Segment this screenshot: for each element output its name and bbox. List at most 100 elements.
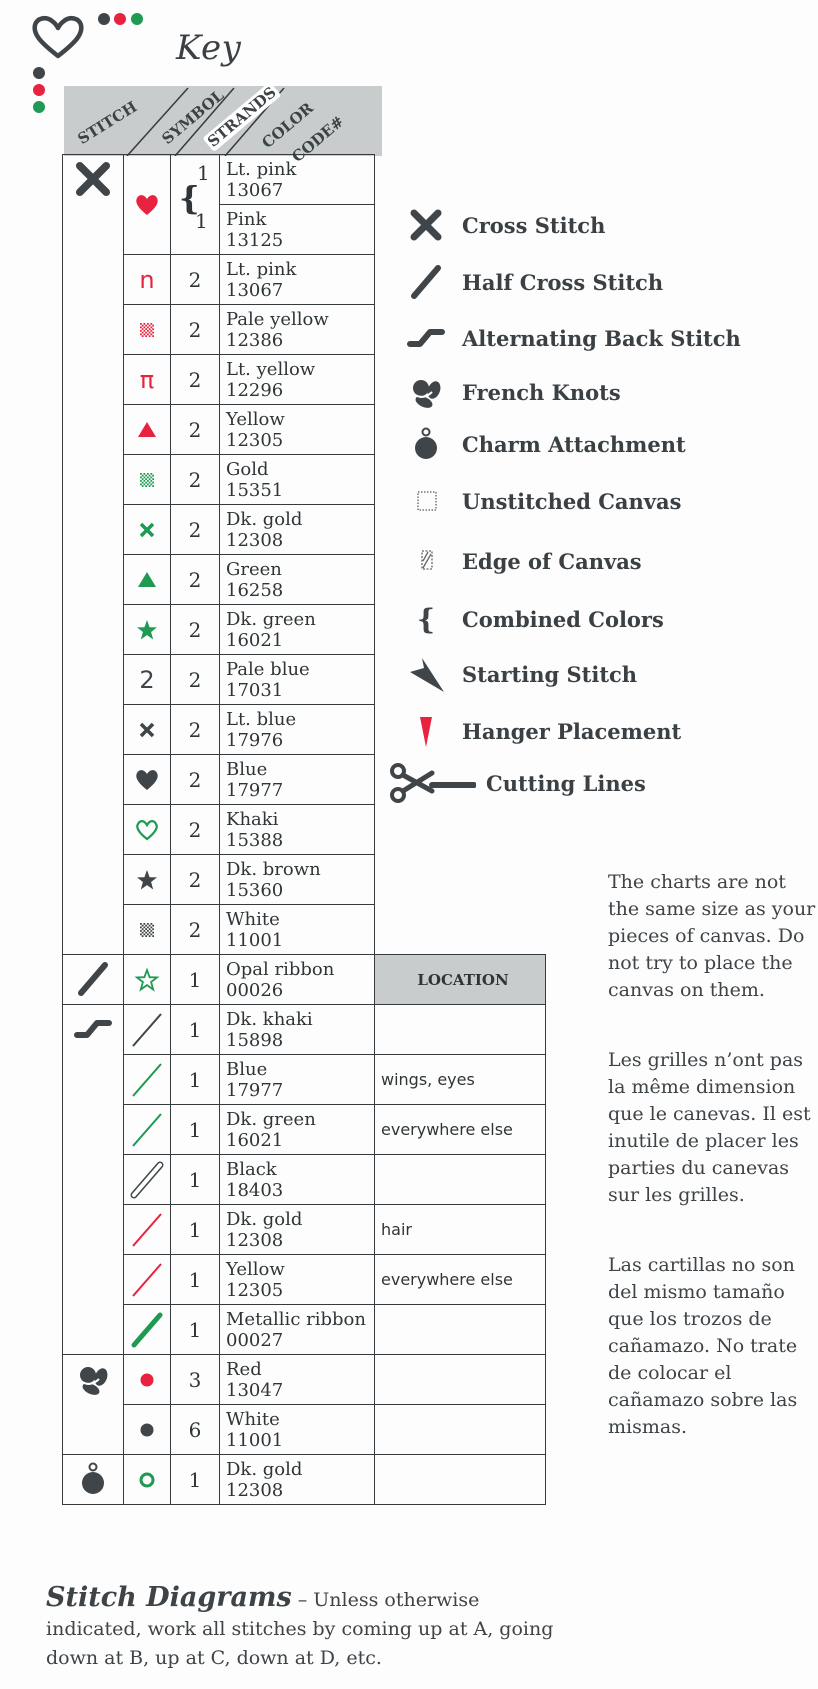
strands-cell: 2 [170, 454, 220, 505]
strands-value: 2 [188, 817, 202, 842]
strands-cell: 2 [170, 554, 220, 605]
color-cell: White 11001 [219, 904, 375, 955]
strands-cell: 1 [170, 1004, 220, 1055]
strands-value: 1 [188, 1267, 202, 1292]
color-code: 17977 [226, 1079, 284, 1101]
color-cell: Dk. gold 12308 [219, 504, 375, 555]
strands-value: 1 [188, 967, 202, 992]
legend-item-hanger-placement: Hanger Placement [398, 711, 681, 751]
color-code: 12386 [226, 329, 284, 351]
color-code: 12305 [226, 429, 284, 451]
legend-label: French Knots [462, 379, 621, 405]
cutting-lines-icon [386, 763, 478, 803]
location-cell [374, 1454, 546, 1505]
strands-value: 2 [188, 617, 202, 642]
strands-cell: 2 [170, 404, 220, 455]
table-row: 6 White 11001 [63, 1404, 546, 1455]
note-spanish: Las cartillas no son del mismo tamaño qu… [608, 1254, 798, 1438]
symbol-cell [123, 1354, 171, 1405]
strands-value: 2 [188, 867, 202, 892]
color-code: 12296 [226, 379, 284, 401]
symbol-cell [123, 1004, 171, 1055]
strands-value: 6 [188, 1417, 202, 1442]
strands-cell: 2 [170, 654, 220, 705]
table-row: 1 Dk. gold 12308 [62, 1454, 546, 1505]
heart-filled-icon [132, 194, 162, 215]
empty-cell [375, 805, 546, 855]
legend-label: Half Cross Stitch [462, 269, 664, 295]
symbol-cell [123, 804, 171, 855]
symbol-cell [123, 904, 171, 955]
color-code: 00027 [226, 1329, 284, 1351]
legend-item-edge-of-canvas: Edge of Canvas [398, 541, 642, 581]
color-name: Metallic ribbon [226, 1308, 366, 1330]
stitch-diagrams-paragraph: Stitch Diagrams – Unless otherwise indic… [46, 1583, 566, 1673]
empty-cell [375, 905, 546, 955]
checker-icon [132, 469, 162, 488]
color-code: 16021 [226, 629, 284, 651]
legend-item-cross-stitch: Cross Stitch [398, 205, 605, 245]
pi-symbol: π [139, 365, 155, 394]
location-cell [374, 1004, 546, 1055]
table-row: 1 Dk. khaki 15898 [62, 1004, 546, 1355]
cross-stitch-icon [63, 155, 123, 201]
strands-cell: 1 [170, 1054, 220, 1105]
color-cell: Yellow 12305 [219, 1254, 375, 1305]
color-cell: Gold 15351 [219, 454, 375, 505]
line-outline-icon [127, 1161, 167, 1198]
checker-icon [132, 319, 162, 338]
legend-label: Starting Stitch [462, 661, 638, 687]
color-name: Lt. yellow [226, 358, 316, 380]
color-code: 17976 [226, 729, 284, 751]
color-code: 13067 [226, 179, 284, 201]
table-row: 1 Yellow 12305 everywhere else [63, 1254, 546, 1305]
symbol-cell [123, 1204, 171, 1255]
location-cell [374, 1354, 546, 1405]
line-thin-icon [127, 1012, 167, 1047]
legend-label: Hanger Placement [462, 718, 682, 744]
color-name: Lt. pink [226, 258, 297, 280]
location-cell [374, 1304, 546, 1355]
symbol-cell [123, 1304, 171, 1355]
color-cell: Black 18403 [219, 1154, 375, 1205]
legend-label: Charm Attachment [462, 431, 686, 457]
color-cell: Dk. green 16021 [219, 1104, 375, 1155]
strands-value: 1 [188, 1067, 202, 1092]
color-name: Pale blue [226, 658, 310, 680]
color-code: 18403 [226, 1179, 284, 1201]
legend-item-combined-colors: {Combined Colors [398, 599, 664, 639]
strands-cell: 1 [170, 1154, 220, 1205]
strands-cell: 2 [170, 604, 220, 655]
strands-value: 2 [188, 517, 202, 542]
svg-text:{: { [417, 603, 435, 636]
color-cell: Dk. gold 12308 [219, 1204, 375, 1255]
half-cross-stitch-icon [63, 955, 123, 999]
legend-item-french-knots: French Knots [398, 372, 621, 412]
color-code: 12308 [226, 1229, 284, 1251]
color-code: 17977 [226, 779, 284, 801]
symbol-cell: 2 [123, 654, 171, 705]
legend-label: Alternating Back Stitch [462, 325, 741, 351]
color-name: Green [226, 558, 282, 580]
symbol-cell [123, 454, 171, 505]
color-name: Blue [226, 758, 268, 780]
symbol-cell [123, 504, 171, 555]
strands-cell: 1 { 1 [170, 154, 220, 255]
decor-dot-red [114, 13, 126, 25]
table-row: 1 Black 18403 [63, 1154, 546, 1205]
color-code: 00026 [226, 979, 284, 1001]
strands-value: 1 [188, 1117, 202, 1142]
empty-cell [375, 155, 546, 205]
color-name: White [226, 908, 280, 930]
color-code: 15898 [226, 1029, 284, 1051]
legend-item-starting-stitch: Starting Stitch [398, 654, 637, 694]
color-name: Yellow [226, 408, 285, 430]
french-knots-cell [62, 1354, 124, 1455]
color-name: Dk. gold [226, 508, 303, 530]
strands-value: 1 [188, 1217, 202, 1242]
legend-item-charm-attachment: Charm Attachment [398, 424, 686, 464]
strands-value: 2 [188, 767, 202, 792]
n-symbol: n [139, 265, 155, 294]
table-row: 1 Opal ribbon 00026 LOCATION [62, 954, 546, 1005]
table-row: 3 Red 13047 [62, 1354, 546, 1455]
